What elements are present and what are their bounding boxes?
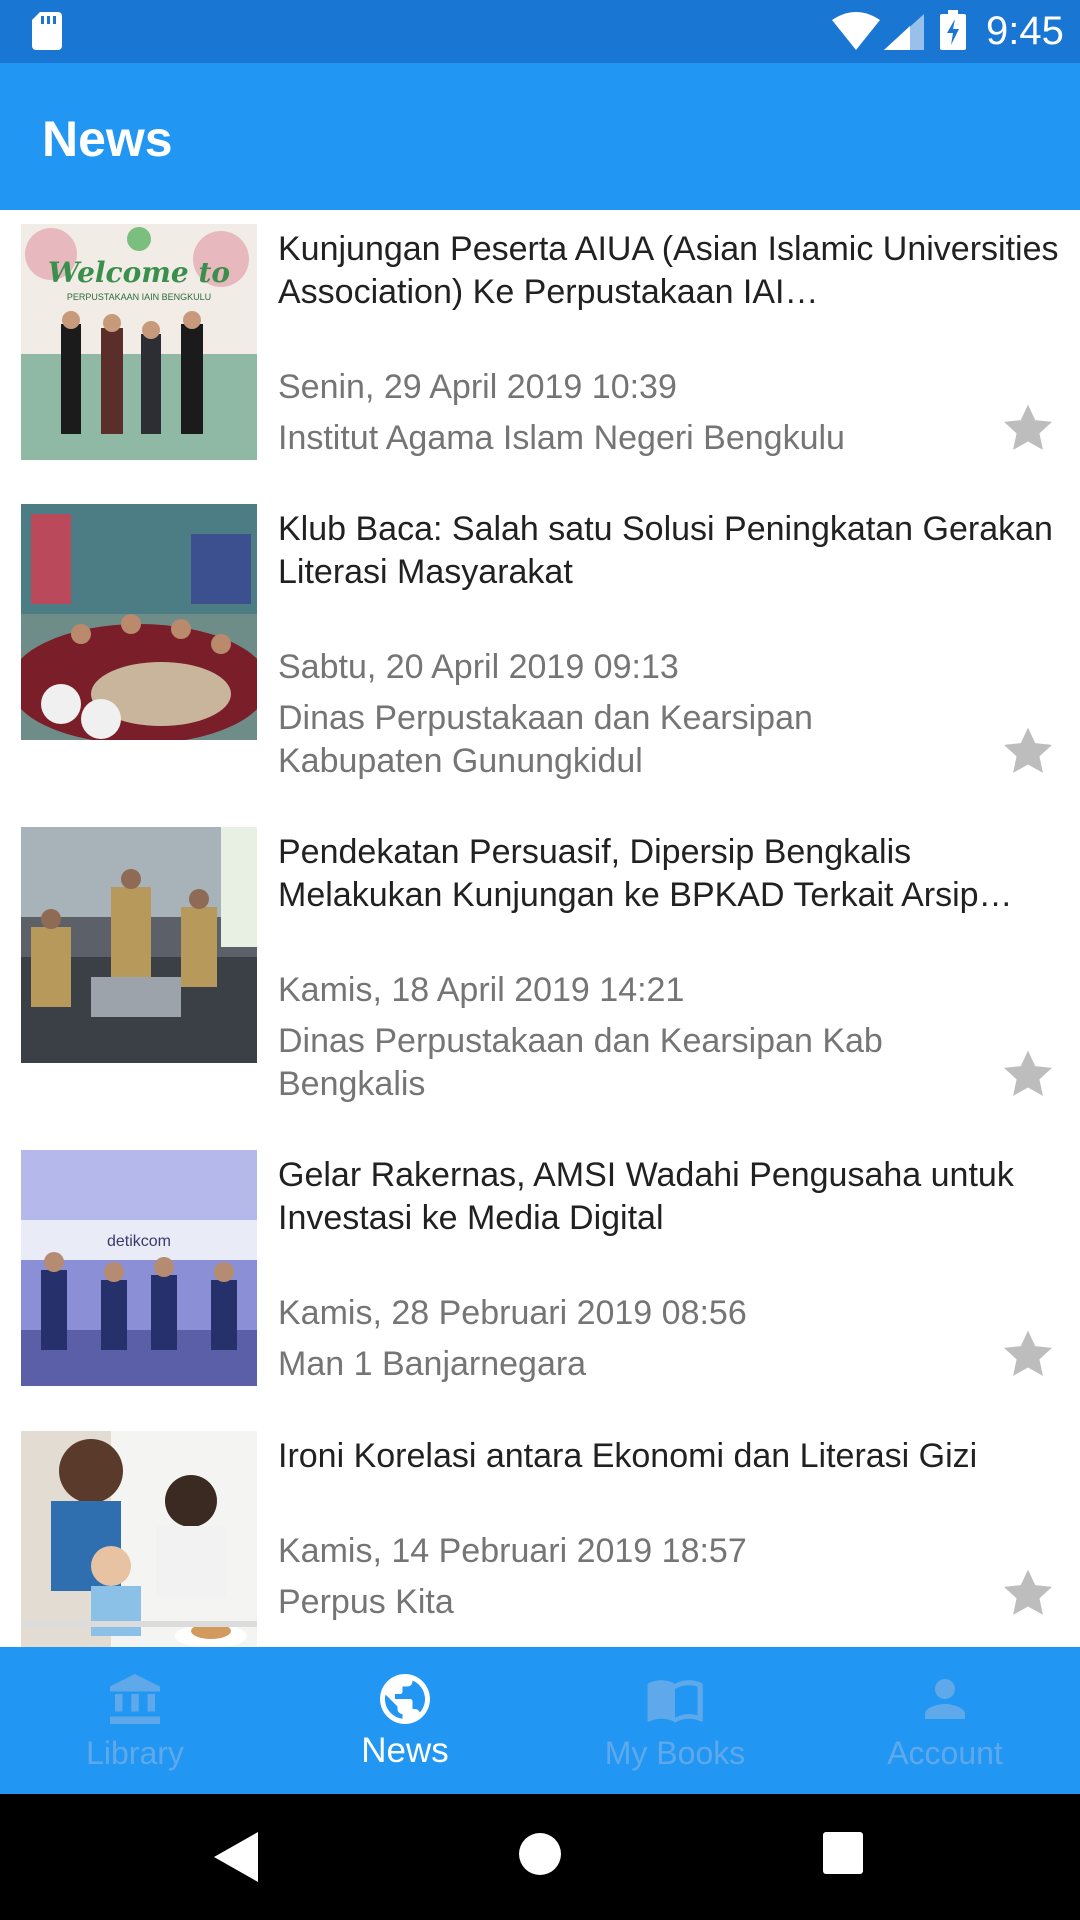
recents-icon[interactable] <box>823 1832 863 1874</box>
news-list[interactable]: Welcome to PERPUSTAKAAN IAIN BENGKULU Ku… <box>0 210 1080 1647</box>
nav-label: Account <box>887 1735 1003 1771</box>
news-title: Ironi Korelasi antara Ekonomi dan Litera… <box>278 1437 978 1475</box>
home-icon[interactable] <box>518 1832 562 1876</box>
nav-item-library[interactable]: Library <box>0 1647 270 1794</box>
news-thumbnail <box>21 1431 257 1647</box>
app-bar: News <box>0 63 1080 210</box>
news-item[interactable]: Pendekatan Persuasif, Dipersip Bengkalis… <box>0 813 1080 1136</box>
thumbnail-subtext: PERPUSTAKAAN IAIN BENGKULU <box>67 292 211 302</box>
nav-item-my-books[interactable]: My Books <box>540 1647 810 1794</box>
news-title: Klub Baca: Salah satu Solusi Peningkatan… <box>278 510 1053 591</box>
news-source: Perpus Kita <box>278 1583 454 1621</box>
news-item[interactable]: detikcom Gelar Rakernas, AMSI Wadahi Pen… <box>0 1136 1080 1417</box>
bottom-navigation: Library News My Books Account <box>0 1647 1080 1794</box>
nav-label: Library <box>86 1735 184 1771</box>
news-date: Kamis, 18 April 2019 14:21 <box>278 971 685 1009</box>
page-title: News <box>42 111 173 167</box>
news-date: Senin, 29 April 2019 10:39 <box>278 368 677 406</box>
news-item[interactable]: Welcome to PERPUSTAKAAN IAIN BENGKULU Ku… <box>0 210 1080 490</box>
back-icon[interactable] <box>214 1832 258 1882</box>
sd-card-icon <box>32 12 62 50</box>
news-date: Kamis, 14 Pebruari 2019 18:57 <box>278 1532 747 1570</box>
signal-icon <box>884 14 924 50</box>
news-date: Kamis, 28 Pebruari 2019 08:56 <box>278 1294 747 1332</box>
globe-icon <box>380 1674 430 1724</box>
thumbnail-welcome-text: Welcome to <box>48 256 230 289</box>
nav-label: My Books <box>604 1735 746 1771</box>
news-item[interactable]: Ironi Korelasi antara Ekonomi dan Litera… <box>0 1417 1080 1647</box>
news-title: Kunjungan Peserta AIUA (Asian Islamic Un… <box>278 230 1059 311</box>
news-thumbnail: detikcom <box>21 1150 257 1386</box>
star-icon[interactable] <box>1000 1326 1056 1382</box>
news-thumbnail <box>21 504 257 740</box>
star-icon[interactable] <box>1000 400 1056 456</box>
star-icon[interactable] <box>1000 1565 1056 1621</box>
news-title: Pendekatan Persuasif, Dipersip Bengkalis… <box>278 833 1013 914</box>
thumbnail-text: detikcom <box>107 1233 171 1250</box>
news-source: Dinas Perpustakaan dan Kearsipan Kab Ben… <box>278 1022 883 1103</box>
news-source: Dinas Perpustakaan dan Kearsipan Kabupat… <box>278 699 813 780</box>
news-thumbnail: Welcome to PERPUSTAKAAN IAIN BENGKULU <box>21 224 257 460</box>
battery-charging-icon <box>940 10 966 50</box>
star-icon[interactable] <box>1000 1046 1056 1102</box>
star-icon[interactable] <box>1000 723 1056 779</box>
news-thumbnail <box>21 827 257 1063</box>
nav-label: News <box>361 1731 449 1770</box>
news-source: Institut Agama Islam Negeri Bengkulu <box>278 419 845 457</box>
nav-item-account[interactable]: Account <box>810 1647 1080 1794</box>
system-navigation-bar <box>0 1794 1080 1920</box>
news-item[interactable]: Klub Baca: Salah satu Solusi Peningkatan… <box>0 490 1080 813</box>
book-icon <box>647 1680 703 1723</box>
news-source: Man 1 Banjarnegara <box>278 1345 587 1383</box>
account-icon <box>925 1679 965 1719</box>
nav-item-news[interactable]: News <box>270 1647 540 1794</box>
wifi-icon <box>832 12 880 50</box>
news-title: Gelar Rakernas, AMSI Wadahi Pengusaha un… <box>278 1156 1014 1237</box>
library-icon <box>110 1674 160 1724</box>
status-bar: 9:45 <box>0 0 1080 63</box>
clock: 9:45 <box>986 9 1064 53</box>
news-date: Sabtu, 20 April 2019 09:13 <box>278 648 679 686</box>
